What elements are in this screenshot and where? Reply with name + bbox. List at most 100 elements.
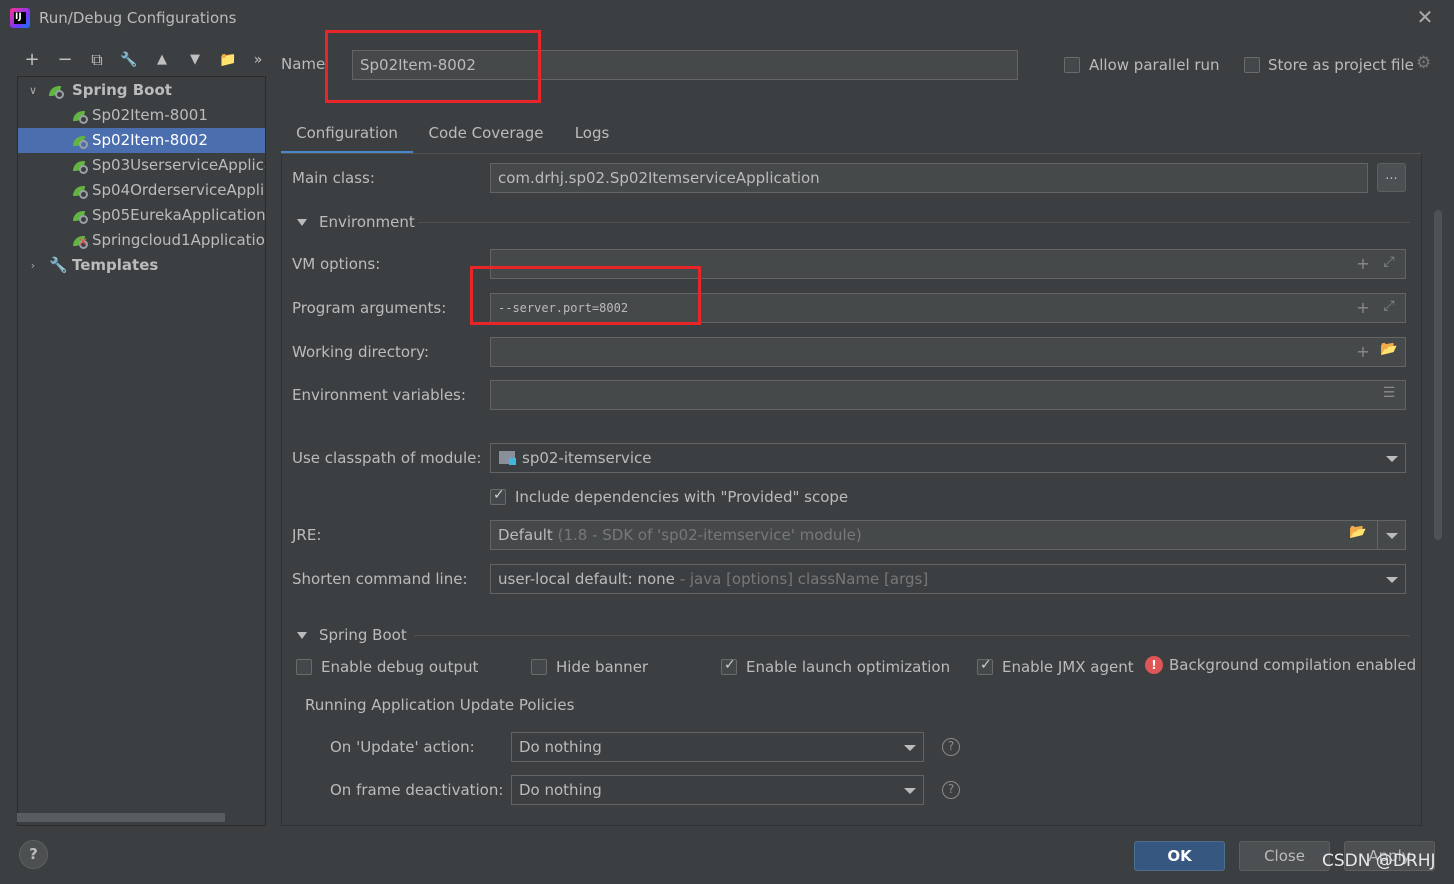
main-class-browse-button[interactable]: ... (1377, 163, 1406, 192)
working-directory-field[interactable]: + 📂 (490, 337, 1406, 367)
move-down-button[interactable]: ▼ (183, 48, 207, 72)
hide-banner-checkbox[interactable] (531, 659, 547, 675)
shorten-hint: - java [options] className [args] (679, 570, 929, 588)
enable-launch-optimization-checkbox[interactable] (721, 657, 737, 675)
tree-item-label: Sp05EurekaApplication (92, 206, 266, 224)
dropdown-arrow-icon[interactable] (904, 788, 916, 794)
include-dependencies-label: Include dependencies with "Provided" sco… (515, 488, 849, 506)
tree-item-sp02item-8001[interactable]: Sp02Item-8001 (18, 103, 265, 128)
environment-collapse-icon[interactable] (297, 219, 307, 226)
tree-item-label: Sp04OrderserviceApplic (92, 181, 266, 199)
spring-boot-collapse-icon[interactable] (297, 632, 307, 639)
close-button[interactable]: Close (1239, 841, 1330, 871)
ok-button[interactable]: OK (1134, 841, 1225, 871)
remove-configuration-button[interactable]: − (53, 48, 77, 72)
tree-item-label: Sp03UserserviceApplica (92, 156, 266, 174)
main-class-value: com.drhj.sp02.Sp02ItemserviceApplication (498, 169, 820, 187)
shorten-command-line-select[interactable]: user-local default: none - java [options… (490, 564, 1406, 594)
vm-options-label: VM options: (292, 255, 381, 273)
enable-debug-output-label: Enable debug output (321, 658, 479, 676)
on-frame-deactivation-select[interactable]: Do nothing (511, 775, 924, 805)
enable-jmx-agent-label: Enable JMX agent (1002, 658, 1134, 676)
main-class-field[interactable]: com.drhj.sp02.Sp02ItemserviceApplication (490, 163, 1368, 193)
name-label: Name (281, 55, 326, 73)
help-circle-icon[interactable]: ? (942, 738, 960, 756)
tree-item-sp05eureka[interactable]: Sp05EurekaApplication (18, 203, 266, 228)
folder-open-icon[interactable]: 📂 (1349, 524, 1367, 540)
name-field-value: Sp02Item-8002 (360, 56, 476, 74)
hide-banner-label: Hide banner (556, 658, 649, 676)
spring-boot-icon (73, 109, 89, 124)
include-dependencies-checkbox[interactable] (490, 487, 506, 505)
spring-boot-divider (414, 635, 1410, 636)
move-into-folder-icon[interactable]: 📁 (216, 48, 240, 72)
allow-parallel-run-checkbox[interactable] (1064, 57, 1080, 73)
vm-options-field[interactable]: + ⤢ (490, 249, 1406, 279)
enable-jmx-agent-checkbox[interactable] (977, 657, 993, 675)
spring-boot-icon (73, 184, 89, 199)
program-arguments-value: --server.port=8002 (498, 301, 629, 315)
help-button[interactable]: ? (19, 840, 48, 869)
dropdown-arrow-icon[interactable] (904, 745, 916, 751)
close-window-icon[interactable]: ✕ (1414, 6, 1436, 28)
expand-icon[interactable]: ⤢ (1380, 298, 1398, 314)
gear-icon[interactable]: ⚙ (1416, 53, 1431, 73)
dropdown-arrow-icon[interactable] (1386, 577, 1398, 583)
edit-defaults-wrench-icon[interactable]: 🔧 (117, 48, 141, 72)
enable-debug-output-checkbox[interactable] (296, 659, 312, 675)
tab-logs[interactable]: Logs (562, 122, 622, 154)
tree-horizontal-scrollbar[interactable] (17, 813, 225, 822)
tree-item-label: Sp02Item-8002 (92, 131, 208, 149)
vertical-scrollbar[interactable] (1434, 210, 1442, 540)
on-update-action-label: On 'Update' action: (330, 738, 475, 756)
window-title: Run/Debug Configurations (39, 9, 237, 27)
environment-variables-field[interactable]: ☰ (490, 380, 1406, 410)
tab-configuration[interactable]: Configuration (281, 122, 413, 154)
tree-group-label: Templates (72, 256, 159, 274)
classpath-module-label: Use classpath of module: (292, 449, 482, 467)
shorten-command-line-value: user-local default: none - java [options… (498, 570, 928, 588)
spring-boot-error-icon: ✕ (73, 234, 89, 249)
chevron-down-icon[interactable]: ∨ (26, 78, 40, 103)
tree-item-label: Sp02Item-8001 (92, 106, 208, 124)
folder-open-icon[interactable]: 📂 (1380, 341, 1398, 357)
move-up-button[interactable]: ▲ (150, 48, 174, 72)
chevron-right-icon[interactable]: › (26, 253, 40, 278)
tree-group-templates[interactable]: › 🔧 Templates (18, 253, 265, 278)
dropdown-arrow-icon (1386, 533, 1398, 539)
tree-item-sp04orderservice[interactable]: Sp04OrderserviceApplic (18, 178, 266, 203)
program-arguments-field[interactable]: --server.port=8002 + ⤢ (490, 293, 1406, 323)
tree-item-springcloud1[interactable]: ✕ Springcloud1Applicatio (18, 228, 265, 253)
classpath-module-select[interactable]: sp02-itemservice (490, 443, 1406, 473)
on-update-action-value: Do nothing (519, 738, 602, 756)
plus-icon[interactable]: + (1354, 254, 1372, 273)
store-as-project-file-checkbox[interactable] (1244, 57, 1260, 73)
jre-hint: (1.8 - SDK of 'sp02-itemservice' module) (557, 526, 862, 544)
plus-icon[interactable]: + (1354, 342, 1372, 361)
program-arguments-label: Program arguments: (292, 299, 447, 317)
jre-value: Default (1.8 - SDK of 'sp02-itemservice'… (498, 526, 862, 544)
more-actions-chevron-icon[interactable]: » (246, 48, 270, 72)
copy-configuration-button[interactable]: ⧉ (85, 48, 109, 72)
dropdown-arrow-icon[interactable] (1386, 456, 1398, 462)
jre-field[interactable]: Default (1.8 - SDK of 'sp02-itemservice'… (490, 520, 1378, 550)
tree-item-sp03userservice[interactable]: Sp03UserserviceApplica (18, 153, 266, 178)
plus-icon[interactable]: + (1354, 298, 1372, 317)
jre-dropdown-button[interactable] (1377, 520, 1406, 550)
name-field[interactable]: Sp02Item-8002 (352, 50, 1018, 80)
tree-item-sp02item-8002[interactable]: Sp02Item-8002 (18, 128, 265, 153)
expand-icon[interactable]: ⤢ (1380, 254, 1398, 270)
wrench-icon: 🔧 (49, 256, 68, 274)
document-list-icon[interactable]: ☰ (1380, 385, 1398, 401)
spring-boot-icon (73, 134, 89, 149)
configuration-tree[interactable]: ∨ Spring Boot Sp02Item-8001 Sp02Item-800… (17, 76, 266, 826)
environment-variables-label: Environment variables: (292, 386, 466, 404)
tree-group-spring-boot[interactable]: ∨ Spring Boot (18, 78, 265, 103)
working-directory-label: Working directory: (292, 343, 430, 361)
tab-code-coverage[interactable]: Code Coverage (421, 122, 551, 154)
add-configuration-button[interactable]: + (20, 48, 44, 72)
spring-boot-section-title: Spring Boot (319, 626, 407, 644)
background-compilation-label: Background compilation enabled (1169, 656, 1417, 674)
help-circle-icon[interactable]: ? (942, 781, 960, 799)
on-update-action-select[interactable]: Do nothing (511, 732, 924, 762)
